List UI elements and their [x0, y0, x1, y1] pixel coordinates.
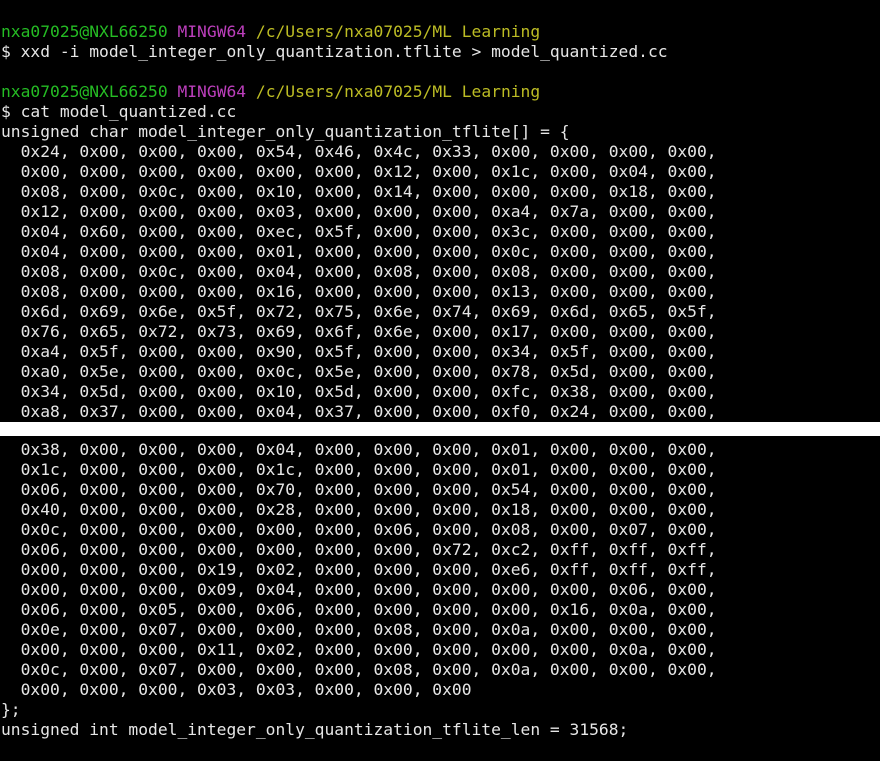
hex-line: 0xa0, 0x5e, 0x00, 0x00, 0x0c, 0x5e, 0x00…	[1, 362, 717, 381]
hex-line: 0x6d, 0x69, 0x6e, 0x5f, 0x72, 0x75, 0x6e…	[1, 302, 717, 321]
hex-line: 0x40, 0x00, 0x00, 0x00, 0x28, 0x00, 0x00…	[1, 500, 717, 519]
prompt-line: nxa07025@NXL66250 MINGW64 /c/Users/nxa07…	[0, 22, 880, 42]
shell-name: MINGW64	[177, 82, 247, 101]
hex-line: 0x0e, 0x00, 0x07, 0x00, 0x00, 0x00, 0x08…	[1, 620, 717, 639]
hex-line: 0x38, 0x00, 0x00, 0x00, 0x04, 0x00, 0x00…	[1, 440, 717, 459]
hex-line: 0x00, 0x00, 0x00, 0x03, 0x03, 0x00, 0x00…	[1, 680, 472, 699]
hex-line: 0xa8, 0x37, 0x00, 0x00, 0x04, 0x37, 0x00…	[1, 402, 717, 421]
hex-line: 0x06, 0x00, 0x00, 0x00, 0x00, 0x00, 0x00…	[1, 540, 717, 559]
hex-dump-top: 0x24, 0x00, 0x00, 0x00, 0x54, 0x46, 0x4c…	[0, 142, 880, 422]
user-host: nxa07025@NXL66250	[1, 82, 168, 101]
hex-line: 0x34, 0x5d, 0x00, 0x00, 0x10, 0x5d, 0x00…	[1, 382, 717, 401]
hex-line: 0x06, 0x00, 0x05, 0x00, 0x06, 0x00, 0x00…	[1, 600, 717, 619]
hex-line: 0x06, 0x00, 0x00, 0x00, 0x70, 0x00, 0x00…	[1, 480, 717, 499]
hex-line: 0x04, 0x00, 0x00, 0x00, 0x01, 0x00, 0x00…	[1, 242, 717, 261]
hex-dump-bottom: 0x38, 0x00, 0x00, 0x00, 0x04, 0x00, 0x00…	[0, 440, 880, 700]
command-line: $ cat model_quantized.cc	[1, 102, 237, 121]
length-declaration: unsigned int model_integer_only_quantiza…	[1, 720, 629, 739]
hex-line: 0x00, 0x00, 0x00, 0x19, 0x02, 0x00, 0x00…	[1, 560, 717, 579]
prompt-line: nxa07025@NXL66250 MINGW64 /c/Users/nxa07…	[0, 82, 880, 102]
hex-line: 0x00, 0x00, 0x00, 0x11, 0x02, 0x00, 0x00…	[1, 640, 717, 659]
hex-line: 0x00, 0x00, 0x00, 0x09, 0x04, 0x00, 0x00…	[1, 580, 717, 599]
hex-line: 0xa4, 0x5f, 0x00, 0x00, 0x90, 0x5f, 0x00…	[1, 342, 717, 361]
current-directory: /c/Users/nxa07025/ML Learning	[255, 22, 541, 41]
hex-line: 0x24, 0x00, 0x00, 0x00, 0x54, 0x46, 0x4c…	[1, 142, 717, 161]
shell-name: MINGW64	[177, 22, 247, 41]
hex-line: 0x1c, 0x00, 0x00, 0x00, 0x1c, 0x00, 0x00…	[1, 460, 717, 479]
hex-line: 0x12, 0x00, 0x00, 0x00, 0x03, 0x00, 0x00…	[1, 202, 717, 221]
hex-line: 0x0c, 0x00, 0x00, 0x00, 0x00, 0x00, 0x06…	[1, 520, 717, 539]
terminal-pane-bottom[interactable]: 0x38, 0x00, 0x00, 0x00, 0x04, 0x00, 0x00…	[0, 436, 880, 761]
hex-line: 0x00, 0x00, 0x00, 0x00, 0x00, 0x00, 0x12…	[1, 162, 717, 181]
current-directory: /c/Users/nxa07025/ML Learning	[255, 82, 541, 101]
hex-line: 0x76, 0x65, 0x72, 0x73, 0x69, 0x6f, 0x6e…	[1, 322, 717, 341]
user-host: nxa07025@NXL66250	[1, 22, 168, 41]
hex-line: 0x04, 0x60, 0x00, 0x00, 0xec, 0x5f, 0x00…	[1, 222, 717, 241]
hex-line: 0x08, 0x00, 0x00, 0x00, 0x16, 0x00, 0x00…	[1, 282, 717, 301]
hex-line: 0x08, 0x00, 0x0c, 0x00, 0x10, 0x00, 0x14…	[1, 182, 717, 201]
command-line: $ xxd -i model_integer_only_quantization…	[1, 42, 668, 61]
hex-line: 0x08, 0x00, 0x0c, 0x00, 0x04, 0x00, 0x08…	[1, 262, 717, 281]
terminal-pane-top[interactable]: nxa07025@NXL66250 MINGW64 /c/Users/nxa07…	[0, 0, 880, 422]
array-declaration: unsigned char model_integer_only_quantiz…	[1, 122, 570, 141]
hex-line: 0x0c, 0x00, 0x07, 0x00, 0x00, 0x00, 0x08…	[1, 660, 717, 679]
array-close: };	[1, 700, 21, 719]
